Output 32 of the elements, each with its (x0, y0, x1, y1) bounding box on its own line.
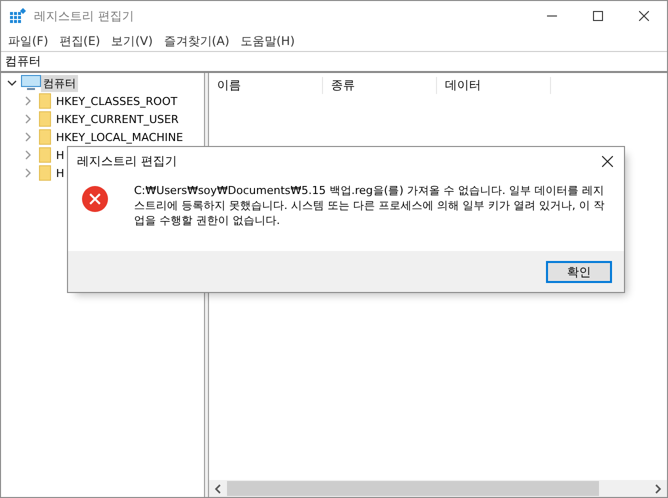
column-header[interactable]: 종류 (323, 76, 437, 94)
chevron-icon[interactable] (7, 78, 17, 88)
maximize-icon[interactable] (593, 11, 603, 21)
tree-item[interactable]: HKEY_CLASSES_ROOT (54, 94, 180, 108)
registry-icon (10, 8, 26, 24)
column-header[interactable]: 데이터 (437, 76, 551, 94)
address-bar[interactable]: 컴퓨터 (1, 51, 667, 73)
computer-icon (21, 75, 41, 91)
window-title: 레지스트리 편집기 (34, 8, 134, 24)
folder-icon (39, 111, 51, 127)
menu-item[interactable]: 보기(V) (111, 32, 153, 50)
folder-icon (39, 165, 51, 181)
ok-button[interactable]: 확인 (546, 260, 612, 282)
dialog-title: 레지스트리 편집기 (77, 153, 177, 170)
close-icon[interactable] (602, 156, 613, 167)
folder-icon (39, 93, 51, 109)
horizontal-scrollbar[interactable] (209, 480, 667, 497)
folder-icon (39, 129, 51, 145)
error-message: C:₩Users₩soy₩Documents₩5.15 백업.reg을(를) 가져올 수 없습니다. 일부 데이터를 레지스트리에 등록하지 못했습니다. 시스템 또는 다른 프로세스에 의해 일부 키가 열려 있거나, 이 작업을 수행할 권한이 없습니다. (134, 183, 606, 228)
tree-item[interactable]: 컴퓨터 (41, 74, 78, 92)
tree-item[interactable]: H (54, 148, 66, 162)
menu-item[interactable]: 즐겨찾기(A) (164, 32, 230, 50)
tree-item[interactable]: HKEY_LOCAL_MACHINE (54, 130, 186, 144)
tree-item[interactable]: H (54, 166, 66, 180)
error-icon (82, 186, 108, 212)
menu-item[interactable]: 편집(E) (59, 32, 100, 50)
menu-item[interactable]: 파일(F) (8, 32, 48, 50)
folder-icon (39, 147, 51, 163)
close-icon[interactable] (639, 11, 649, 21)
tree-item[interactable]: HKEY_CURRENT_USER (54, 112, 181, 126)
menu-item[interactable]: 도움말(H) (240, 32, 295, 50)
column-header[interactable]: 이름 (209, 76, 323, 94)
